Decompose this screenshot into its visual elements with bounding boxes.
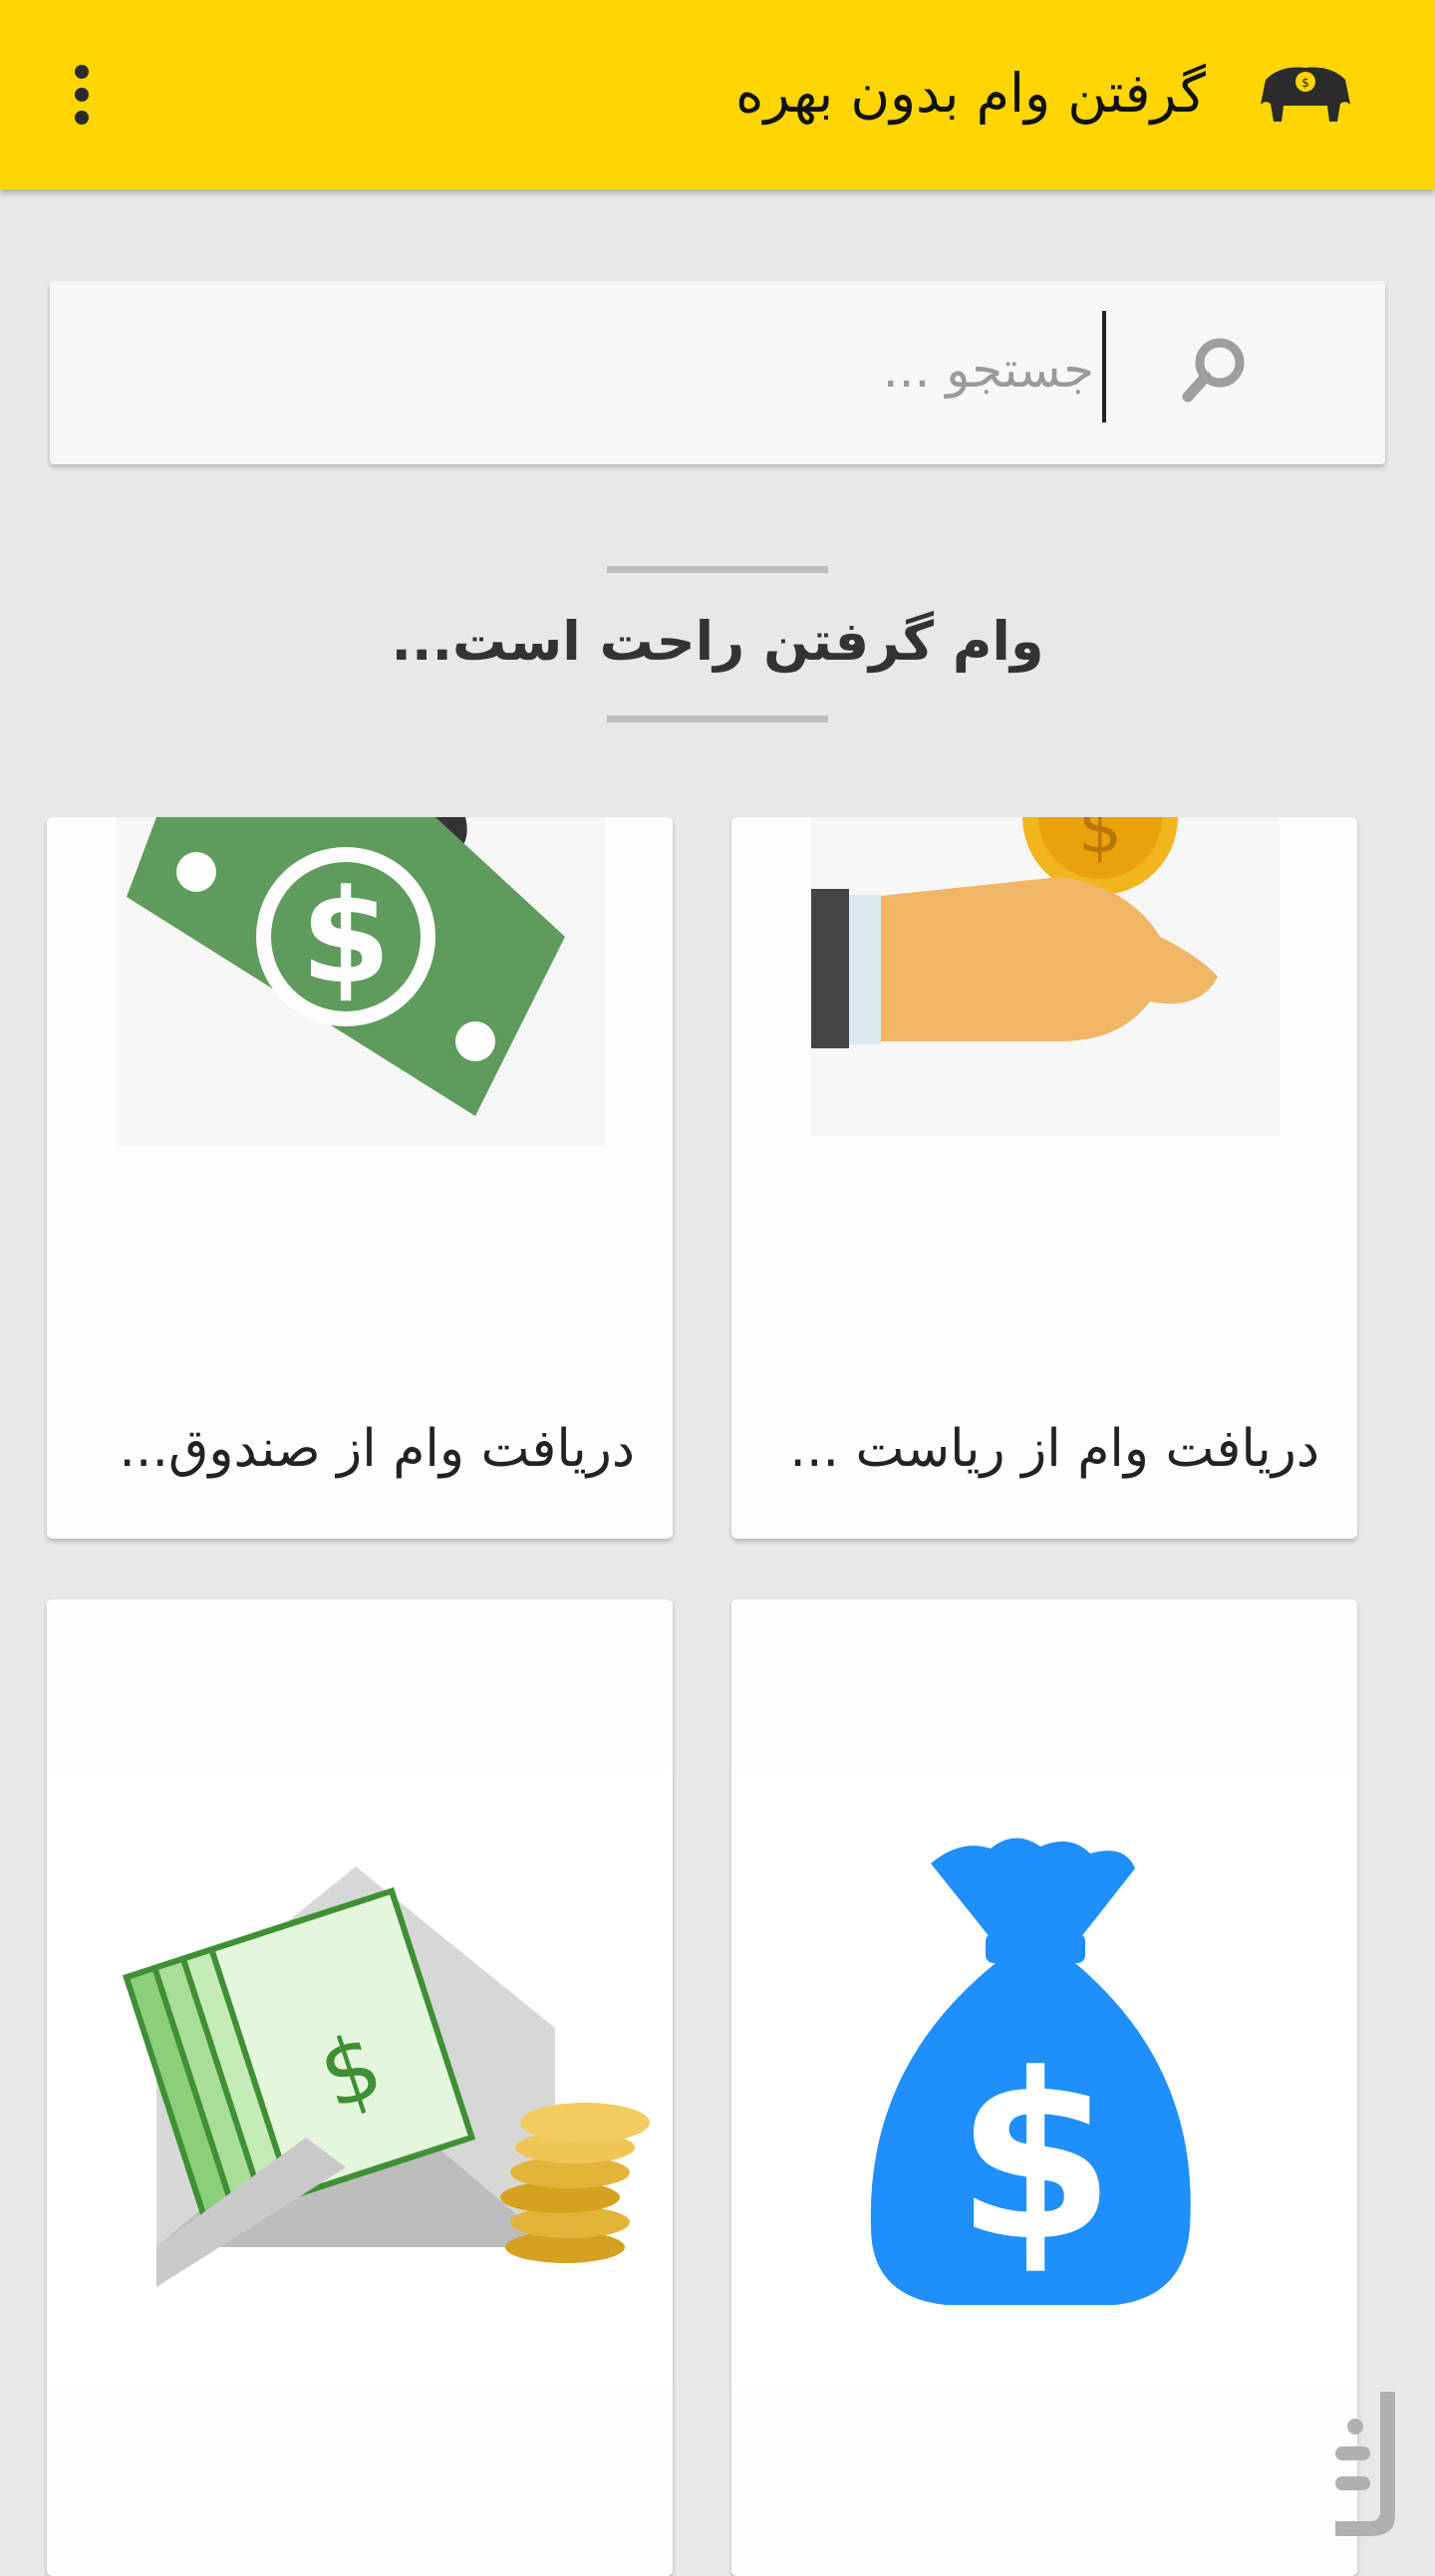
dollar-bill-icon: $ [117, 817, 605, 1146]
card-item[interactable]: $ [47, 1599, 673, 2576]
app-bar: $ گرفتن وام بدون بهره [0, 0, 1435, 189]
store-watermark-icon [1335, 2392, 1395, 2536]
section-title: وام گرفتن راحت است... [391, 610, 1044, 673]
card-item[interactable]: $ دریافت وام از ریاست ... [731, 817, 1357, 1539]
money-bag-icon: $ [731, 1769, 1357, 2387]
search-input[interactable]: جستجو ... [883, 341, 1094, 399]
elephant-logo-icon: $ [1261, 67, 1350, 122]
search-icon[interactable] [1176, 331, 1256, 411]
section-divider-top [607, 566, 828, 573]
more-vertical-icon[interactable] [60, 60, 110, 130]
card-item[interactable]: $ [731, 1599, 1357, 2576]
app-title: گرفتن وام بدون بهره [735, 62, 1206, 125]
text-cursor [1102, 311, 1106, 423]
svg-text:$: $ [301, 861, 391, 1012]
svg-text:$: $ [956, 2026, 1115, 2292]
svg-text:$: $ [1078, 817, 1123, 869]
card-label: دریافت وام از ریاست ... [789, 1419, 1319, 1479]
envelope-money-icon: $ [47, 1769, 673, 2387]
card-item[interactable]: $ دریافت وام از صندوق... [47, 817, 673, 1539]
hand-coin-icon: $ [811, 817, 1280, 1136]
svg-text:$: $ [1301, 76, 1309, 90]
search-box[interactable]: جستجو ... [50, 281, 1385, 464]
section-divider-bottom [607, 716, 828, 722]
card-label: دریافت وام از صندوق... [119, 1419, 635, 1479]
